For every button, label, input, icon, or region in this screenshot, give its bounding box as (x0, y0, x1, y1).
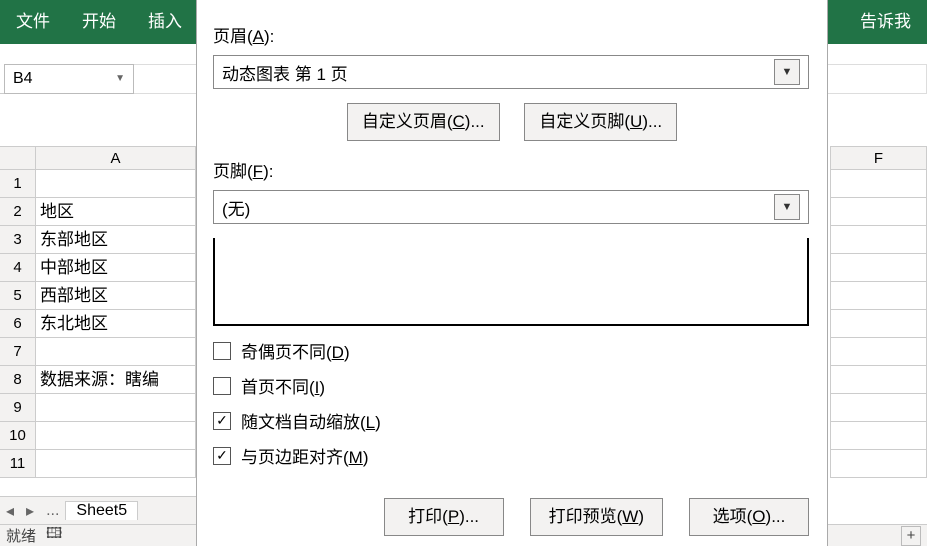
options-button[interactable]: 选项(O)... (689, 498, 809, 536)
chevron-down-icon[interactable]: ▼ (115, 73, 125, 84)
row-header[interactable]: 2 (0, 198, 36, 225)
cell[interactable] (36, 338, 196, 365)
header-combo[interactable]: 动态图表 第 1 页 ▼ (213, 55, 809, 89)
sheet-nav-next-icon[interactable]: ▸ (20, 501, 40, 521)
footer-combo-value: (无) (222, 195, 774, 220)
checkbox-scale-label: 随文档自动缩放(L) (241, 408, 381, 433)
column-header-a[interactable]: A (36, 147, 196, 169)
row-header[interactable]: 9 (0, 394, 36, 421)
name-box[interactable]: B4 ▼ (4, 64, 134, 94)
tab-file[interactable]: 文件 (0, 0, 66, 44)
cell[interactable] (36, 450, 196, 477)
status-ready: 就绪 (6, 525, 36, 546)
spreadsheet-left: A 1 2地区 3东部地区 4中部地区 5西部地区 6东北地区 7 8数据来源：… (0, 146, 200, 478)
sheet-tabs: ◂ ▸ ... Sheet5 (0, 496, 200, 524)
print-button[interactable]: 打印(P)... (384, 498, 504, 536)
checkbox-odd-even[interactable] (213, 342, 231, 360)
cell[interactable] (830, 282, 927, 310)
cell[interactable] (830, 310, 927, 338)
spreadsheet-right: F (830, 146, 927, 478)
chevron-down-icon[interactable]: ▼ (774, 194, 800, 220)
cell[interactable] (830, 366, 927, 394)
footer-label: 页脚(F): (213, 157, 811, 182)
row-header[interactable]: 7 (0, 338, 36, 365)
cell[interactable] (830, 422, 927, 450)
header-combo-value: 动态图表 第 1 页 (222, 60, 774, 85)
cell[interactable]: 东北地区 (36, 310, 196, 337)
sheet-tab[interactable]: Sheet5 (65, 501, 138, 520)
cell[interactable] (830, 338, 927, 366)
cell[interactable] (830, 450, 927, 478)
cell[interactable]: 数据来源：瞎编 (36, 366, 196, 393)
column-header-f[interactable]: F (830, 146, 927, 170)
cell[interactable] (830, 198, 927, 226)
row-header[interactable]: 11 (0, 450, 36, 477)
page-setup-dialog: 页眉(A): 动态图表 第 1 页 ▼ 自定义页眉(C)... 自定义页脚(U)… (196, 0, 828, 546)
select-all-corner[interactable] (0, 147, 36, 169)
cell[interactable] (830, 170, 927, 198)
checkbox-odd-even-label: 奇偶页不同(D) (241, 338, 350, 363)
zoom-plus-button[interactable]: + (901, 526, 921, 546)
row-header[interactable]: 1 (0, 170, 36, 197)
cell[interactable] (36, 394, 196, 421)
tab-home[interactable]: 开始 (66, 0, 132, 44)
cell[interactable]: 中部地区 (36, 254, 196, 281)
checkbox-first-diff[interactable] (213, 377, 231, 395)
row-header[interactable]: 4 (0, 254, 36, 281)
cell[interactable] (830, 226, 927, 254)
name-box-value: B4 (13, 70, 33, 88)
chevron-down-icon[interactable]: ▼ (774, 59, 800, 85)
cell[interactable] (36, 422, 196, 449)
footer-preview (213, 238, 809, 326)
row-header[interactable]: 6 (0, 310, 36, 337)
footer-combo[interactable]: (无) ▼ (213, 190, 809, 224)
cell[interactable]: 西部地区 (36, 282, 196, 309)
header-label: 页眉(A): (213, 22, 811, 47)
custom-footer-button[interactable]: 自定义页脚(U)... (524, 103, 677, 141)
cell[interactable] (36, 170, 196, 197)
sheet-nav-more-icon[interactable]: ... (40, 502, 65, 520)
cell[interactable]: 地区 (36, 198, 196, 225)
cell[interactable]: 东部地区 (36, 226, 196, 253)
sheet-nav-prev-icon[interactable]: ◂ (0, 501, 20, 521)
row-header[interactable]: 3 (0, 226, 36, 253)
row-header[interactable]: 5 (0, 282, 36, 309)
tab-insert[interactable]: 插入 (132, 0, 198, 44)
row-header[interactable]: 8 (0, 366, 36, 393)
print-preview-button[interactable]: 打印预览(W) (530, 498, 663, 536)
macro-icon[interactable]: 🖽 (46, 523, 62, 546)
row-header[interactable]: 10 (0, 422, 36, 449)
checkbox-align-label: 与页边距对齐(M) (241, 443, 369, 468)
checkbox-align[interactable] (213, 447, 231, 465)
checkbox-scale[interactable] (213, 412, 231, 430)
checkbox-first-diff-label: 首页不同(I) (241, 373, 325, 398)
cell[interactable] (830, 394, 927, 422)
cell[interactable] (830, 254, 927, 282)
custom-header-button[interactable]: 自定义页眉(C)... (347, 103, 500, 141)
tab-tellme[interactable]: 告诉我 (844, 0, 927, 44)
